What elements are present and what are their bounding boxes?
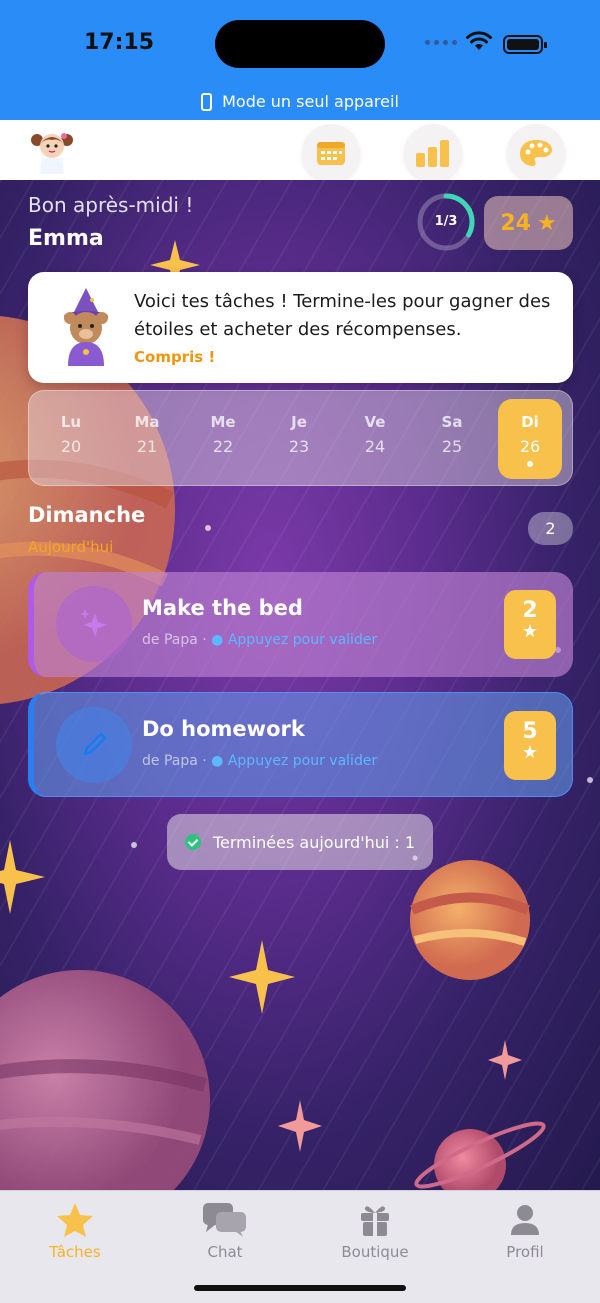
bar-chart-icon (416, 140, 449, 167)
gift-icon (361, 1206, 389, 1236)
day-me[interactable]: Me 22 (191, 399, 255, 479)
star-icon: ★ (521, 621, 539, 642)
status-bar: 17:15 Mode un seul appareil (0, 0, 600, 120)
pencil-icon (56, 707, 132, 783)
phone-icon (201, 92, 213, 111)
device-mode-banner: Mode un seul appareil (0, 92, 600, 111)
day-lu[interactable]: Lu 20 (39, 399, 103, 479)
today-dot (527, 461, 533, 467)
completed-today-label: Terminées aujourd'hui : 1 (212, 832, 416, 852)
wifi-icon (466, 31, 492, 50)
task-points-badge: 2 ★ (504, 590, 556, 659)
stars-balance[interactable]: 24 ★ (484, 196, 573, 250)
child-name: Emma (28, 226, 104, 251)
task-card[interactable]: Make the bed de Papa · ● Appuyez pour va… (28, 572, 573, 677)
tab-chat[interactable]: Chat (170, 1201, 280, 1261)
tab-taches[interactable]: Tâches (20, 1201, 130, 1261)
stars-count: 24 (500, 210, 531, 236)
calendar-button[interactable] (302, 124, 360, 182)
task-from: de Papa (142, 753, 198, 769)
tab-boutique[interactable]: Boutique (320, 1201, 430, 1261)
task-meta: de Papa · ● Appuyez pour valider (142, 753, 378, 769)
completed-today-pill[interactable]: Terminées aujourd'hui : 1 (167, 814, 433, 870)
home-indicator (194, 1285, 406, 1291)
tip-message: Voici tes tâches ! Termine-les pour gagn… (134, 291, 551, 340)
chat-icon (203, 1203, 246, 1237)
battery-icon (503, 35, 547, 54)
person-icon (511, 1205, 539, 1235)
signal-icon (425, 40, 457, 45)
avatar[interactable] (28, 128, 76, 174)
tip-dismiss-button[interactable]: Compris ! (134, 348, 215, 366)
star-icon (57, 1203, 93, 1237)
app-header (0, 120, 600, 182)
task-from: de Papa (142, 632, 198, 648)
greeting-text: Bon après-midi ! (28, 193, 194, 217)
task-card[interactable]: Do homework de Papa · ● Appuyez pour val… (28, 692, 573, 797)
day-sa[interactable]: Sa 25 (420, 399, 484, 479)
task-validate-hint[interactable]: ● Appuyez pour valider (211, 753, 377, 769)
wizard-bear-icon (64, 288, 108, 366)
week-selector: Lu 20 Ma 21 Me 22 Je 23 Ve 24 Sa 25 Di 26 (28, 390, 573, 486)
day-di-selected[interactable]: Di 26 (498, 399, 562, 479)
task-points-badge: 5 ★ (504, 711, 556, 780)
day-ma[interactable]: Ma 21 (115, 399, 179, 479)
day-subtitle: Aujourd'hui (28, 538, 114, 556)
star-icon: ★ (521, 742, 539, 763)
day-title: Dimanche (28, 503, 146, 527)
dynamic-island (215, 20, 385, 68)
theme-button[interactable] (507, 124, 565, 182)
progress-label: 1/3 (434, 214, 458, 229)
task-validate-hint[interactable]: ● Appuyez pour valider (211, 632, 377, 648)
tab-profil[interactable]: Profil (470, 1201, 580, 1261)
task-count-badge: 2 (528, 512, 573, 545)
device-mode-label: Mode un seul appareil (222, 92, 399, 111)
task-points: 2 (522, 598, 538, 623)
stats-button[interactable] (404, 124, 462, 182)
tip-card: Voici tes tâches ! Termine-les pour gagn… (28, 272, 573, 383)
task-points: 5 (522, 719, 538, 744)
status-time: 17:15 (84, 30, 155, 55)
palette-icon (520, 140, 552, 166)
day-je[interactable]: Je 23 (267, 399, 331, 479)
star-icon: ★ (536, 210, 557, 236)
sparkle-icon (56, 586, 132, 662)
calendar-icon (317, 142, 345, 165)
task-title: Make the bed (142, 596, 303, 620)
check-icon (184, 834, 201, 850)
task-meta: de Papa · ● Appuyez pour valider (142, 632, 378, 648)
day-ve[interactable]: Ve 24 (343, 399, 407, 479)
task-title: Do homework (142, 717, 305, 741)
